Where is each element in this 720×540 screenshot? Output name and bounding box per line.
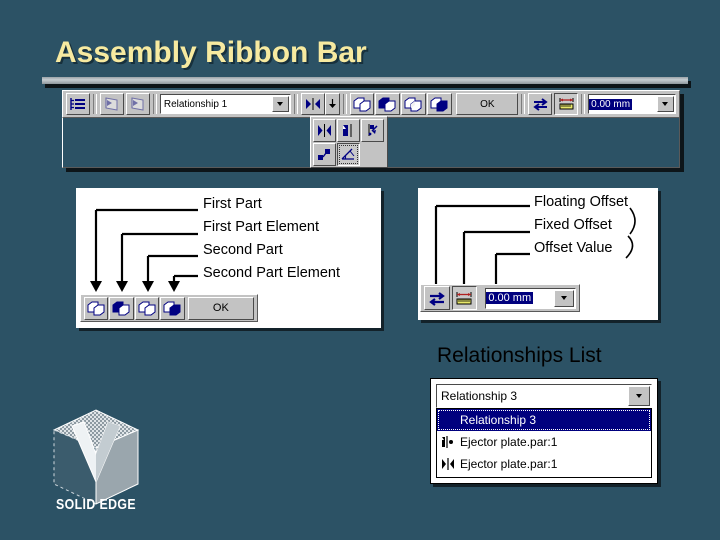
- flip-plane-alt-icon: [129, 97, 146, 111]
- first-part-button[interactable]: [349, 93, 375, 115]
- dropdown-arrow-icon: [328, 98, 337, 110]
- second-part-icon: [404, 97, 423, 112]
- relationship-combo-value: Relationship 1: [163, 98, 228, 110]
- callout-right-toolbar: 0.00 mm: [420, 284, 580, 312]
- connect-icon: [317, 148, 332, 161]
- planar-align-button[interactable]: [337, 119, 360, 142]
- mate-flyout-panel: [310, 116, 388, 168]
- list-item[interactable]: Ejector plate.par:1: [437, 431, 651, 453]
- angle-button[interactable]: [337, 143, 361, 166]
- page-title: Assembly Ribbon Bar: [55, 36, 367, 69]
- ok-button-label: OK: [480, 98, 495, 110]
- second-part-icon: [138, 301, 157, 316]
- relationship-combo[interactable]: Relationship 1: [159, 94, 291, 114]
- first-part-icon: [353, 97, 372, 112]
- first-part-element-icon: [112, 301, 131, 316]
- flyout-row-1: [313, 119, 385, 143]
- ribbon-toolbar: Relationship 1 OK 0.00 mm: [62, 90, 680, 118]
- callout-floating-offset-button[interactable]: [424, 286, 450, 310]
- list-item-label: Ejector plate.par:1: [460, 435, 558, 449]
- second-part-element-icon: [430, 97, 449, 112]
- list-item[interactable]: Ejector plate.par:1: [437, 453, 651, 475]
- flyout-row-2: [313, 143, 385, 167]
- flip-plane-button[interactable]: [99, 93, 124, 115]
- callout-offset-chevron-down-icon[interactable]: [554, 289, 575, 307]
- callout-offset-value-text: 0.00 mm: [486, 292, 534, 304]
- relationships-chevron-down-icon[interactable]: [628, 386, 650, 406]
- relationships-combo-value: Relationship 3: [441, 389, 518, 403]
- second-part-element-icon: [163, 301, 182, 316]
- mate-flyout-icon: [317, 124, 332, 137]
- flip-plane-icon: [103, 97, 120, 111]
- toolbar-separator-3: [293, 94, 298, 114]
- second-part-button[interactable]: [401, 93, 427, 115]
- callout-ok-button[interactable]: OK: [187, 296, 255, 320]
- planar-align-icon: [341, 124, 356, 137]
- callout-left-toolbar: OK: [80, 294, 258, 322]
- list-item-label: Ejector plate.par:1: [460, 457, 558, 471]
- mate-dropdown-button[interactable]: [324, 93, 340, 115]
- fixed-offset-icon: [455, 291, 473, 306]
- toolbar-separator-4: [342, 94, 347, 114]
- first-part-element-icon: [378, 97, 397, 112]
- second-part-element-button[interactable]: [427, 93, 453, 115]
- mate-flyout-button[interactable]: [313, 119, 336, 142]
- axial-align-button[interactable]: [361, 119, 384, 142]
- callout-fixed-offset-button[interactable]: [451, 286, 478, 310]
- callout-offset: Floating Offset Fixed Offset Offset Valu…: [418, 188, 658, 320]
- toolbar-separator-5: [521, 94, 526, 114]
- relationships-list-button[interactable]: [66, 93, 90, 115]
- list-item-label: Relationship 3: [460, 413, 537, 427]
- list-item-spacer: [440, 414, 456, 426]
- ok-button[interactable]: OK: [456, 93, 519, 115]
- toolbar-separator: [92, 94, 97, 114]
- relationships-list-panel: Relationship 3 Relationship 3 Ejector pl…: [430, 378, 658, 484]
- relationships-list-title: Relationships List: [437, 344, 602, 367]
- callout-first-part-element-button[interactable]: [109, 296, 134, 320]
- relationships-list-icon: [70, 97, 86, 111]
- relationships-dropdown-list: Relationship 3 Ejector plate.par:1 Eject…: [436, 408, 652, 478]
- flip-plane-alt-button[interactable]: [125, 93, 150, 115]
- floating-offset-icon: [428, 291, 446, 306]
- fixed-offset-button[interactable]: [554, 93, 579, 115]
- toolbar-separator-6: [581, 94, 586, 114]
- floating-offset-icon: [532, 97, 549, 111]
- title-divider: [42, 77, 688, 84]
- callout-second-part-button[interactable]: [134, 296, 160, 320]
- offset-chevron-down-icon[interactable]: [656, 96, 674, 112]
- mate-icon: [305, 97, 321, 111]
- callout-first-part-button[interactable]: [84, 296, 109, 320]
- connect-button[interactable]: [313, 143, 337, 166]
- flyout-empty-slot: [361, 143, 384, 166]
- list-item[interactable]: Relationship 3: [437, 409, 651, 431]
- offset-value-text: 0.00 mm: [589, 98, 633, 110]
- chevron-down-icon[interactable]: [271, 96, 289, 112]
- first-part-element-button[interactable]: [375, 93, 401, 115]
- callout-first-second-part: First Part First Part Element Second Par…: [76, 188, 381, 328]
- relationships-combo[interactable]: Relationship 3: [436, 384, 652, 408]
- mate-button[interactable]: [300, 93, 325, 115]
- floating-offset-button[interactable]: [528, 93, 553, 115]
- planar-align-icon: [440, 436, 456, 448]
- callout-offset-value-field[interactable]: 0.00 mm: [485, 287, 577, 309]
- axial-align-icon: [365, 124, 380, 137]
- callout-ok-label: OK: [212, 302, 229, 314]
- callout-second-part-element-button[interactable]: [160, 296, 185, 320]
- toolbar-separator-2: [152, 94, 157, 114]
- assembly-ribbon-bar: Relationship 1 OK 0.00 mm: [62, 90, 680, 168]
- angle-icon: [341, 148, 356, 161]
- offset-value-field[interactable]: 0.00 mm: [588, 94, 676, 114]
- first-part-icon: [87, 301, 106, 316]
- fixed-offset-icon: [558, 97, 575, 111]
- solid-edge-logo-text: SOLID EDGE: [56, 496, 136, 513]
- mate-icon: [440, 458, 456, 470]
